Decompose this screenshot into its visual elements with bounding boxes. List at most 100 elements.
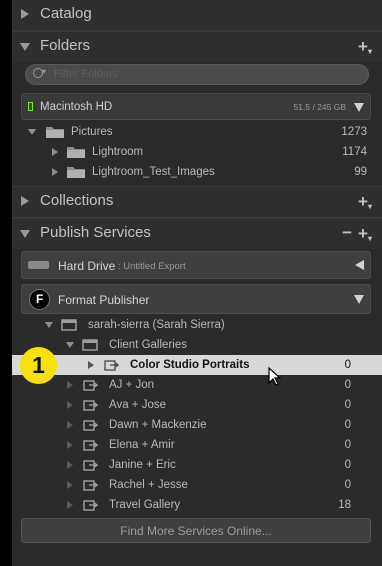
collapse-triangle-icon[interactable]: [28, 129, 36, 135]
collection-row[interactable]: Elena + Amir 0: [12, 435, 382, 455]
published-collection-icon: [83, 460, 99, 471]
hard-drive-label: Hard Drive: [58, 259, 116, 273]
expand-triangle-icon[interactable]: [67, 421, 73, 429]
collection-count: 18: [338, 499, 351, 511]
volume-name: Macintosh HD: [40, 101, 113, 113]
format-logo: F: [29, 289, 50, 310]
collection-label: AJ + Jon: [109, 379, 155, 391]
client-galleries-label: Client Galleries: [109, 339, 187, 351]
publish-services-title: Publish Services: [40, 224, 151, 241]
published-collection-icon: [104, 360, 120, 371]
hard-drive-sub: : Untitled Export: [118, 261, 186, 272]
client-galleries-row[interactable]: Client Galleries: [12, 335, 382, 355]
folder-count: 99: [354, 166, 367, 178]
filter-placeholder: Filter Folders: [54, 68, 119, 80]
published-collection-icon: [83, 380, 99, 391]
folder-icon: [46, 127, 64, 138]
catalog-title: Catalog: [40, 5, 92, 22]
folder-row-pictures[interactable]: Pictures 1273: [12, 122, 382, 142]
expand-triangle-icon[interactable]: [52, 168, 58, 176]
publish-services-header[interactable]: Publish Services − +▾: [12, 219, 382, 249]
format-publisher-service[interactable]: F Format Publisher: [21, 284, 371, 314]
folder-count: 1273: [341, 126, 367, 138]
collection-row[interactable]: Ava + Jose 0: [12, 395, 382, 415]
account-row[interactable]: sarah-sierra (Sarah Sierra): [12, 315, 382, 335]
collection-count: 0: [344, 359, 351, 371]
volume-expand-triangle-icon[interactable]: [354, 103, 364, 112]
add-folder-icon[interactable]: +▾: [358, 37, 372, 57]
collection-label: Janine + Eric: [109, 459, 176, 471]
window-edge: [0, 0, 12, 566]
collection-label: Travel Gallery: [109, 499, 181, 511]
hard-drive-service[interactable]: Hard Drive : Untitled Export: [21, 251, 371, 279]
expand-triangle-icon[interactable]: [88, 361, 94, 369]
collection-count: 0: [344, 439, 351, 451]
remove-service-icon[interactable]: −: [342, 223, 352, 243]
published-collection-icon: [83, 500, 99, 511]
expand-triangle-icon[interactable]: [21, 9, 29, 19]
catalog-header[interactable]: Catalog: [12, 0, 382, 30]
published-collection-icon: [83, 440, 99, 451]
add-collection-icon[interactable]: +▾: [358, 192, 372, 212]
folders-header[interactable]: Folders +▾: [12, 32, 382, 62]
collections-header[interactable]: Collections +▾: [12, 187, 382, 217]
mouse-cursor-icon: [268, 367, 282, 386]
folder-row-lightroom[interactable]: Lightroom 1174: [12, 142, 382, 162]
folder-icon: [67, 147, 85, 158]
folder-label: Pictures: [71, 126, 113, 138]
collection-count: 0: [344, 479, 351, 491]
collection-row[interactable]: Janine + Eric 0: [12, 455, 382, 475]
step-number-badge: 1: [20, 347, 57, 384]
folder-label: Lightroom_Test_Images: [92, 166, 215, 178]
publish-account-icon: [61, 319, 77, 331]
expand-triangle-icon[interactable]: [67, 481, 73, 489]
account-label: sarah-sierra (Sarah Sierra): [88, 319, 225, 331]
add-service-icon[interactable]: +▾: [358, 224, 372, 244]
expand-triangle-icon[interactable]: [21, 196, 29, 206]
folder-label: Lightroom: [92, 146, 144, 158]
collection-label: Elena + Amir: [109, 439, 175, 451]
expand-triangle-icon[interactable]: [67, 501, 73, 509]
collapse-triangle-icon[interactable]: [66, 342, 74, 348]
expand-triangle-icon[interactable]: [67, 441, 73, 449]
collection-count: 0: [344, 419, 351, 431]
hard-drive-icon: [28, 261, 49, 269]
volume-space: 51.5 / 245 GB: [293, 102, 346, 112]
collection-count: 0: [344, 459, 351, 471]
folder-icon: [67, 167, 85, 178]
collapse-left-triangle-icon[interactable]: [355, 260, 364, 270]
filter-folders-search[interactable]: ▾ Filter Folders: [25, 64, 369, 85]
find-more-label: Find More Services Online...: [120, 524, 272, 538]
volume-status-icon: [28, 102, 33, 111]
expand-down-triangle-icon[interactable]: [354, 295, 364, 304]
expand-triangle-icon[interactable]: [67, 401, 73, 409]
collection-row[interactable]: Travel Gallery 18: [12, 495, 382, 515]
collapse-triangle-icon[interactable]: [45, 322, 53, 328]
collection-row[interactable]: AJ + Jon 0: [12, 375, 382, 395]
collection-set-icon: [82, 339, 98, 351]
collapse-triangle-icon[interactable]: [20, 43, 30, 51]
expand-triangle-icon[interactable]: [52, 148, 58, 156]
published-collection-icon: [83, 480, 99, 491]
collection-label: Dawn + Mackenzie: [109, 419, 207, 431]
collection-row-selected[interactable]: Color Studio Portraits 0: [12, 355, 382, 375]
collection-row[interactable]: Rachel + Jesse 0: [12, 475, 382, 495]
collection-row[interactable]: Dawn + Mackenzie 0: [12, 415, 382, 435]
folder-row-lightroom-test-images[interactable]: Lightroom_Test_Images 99: [12, 162, 382, 182]
folder-count: 1174: [342, 146, 367, 158]
format-publisher-label: Format Publisher: [58, 293, 150, 307]
collection-label: Rachel + Jesse: [109, 479, 188, 491]
collections-title: Collections: [40, 192, 114, 209]
volume-macintosh-hd[interactable]: Macintosh HD 51.5 / 245 GB: [21, 93, 371, 120]
published-collection-icon: [83, 420, 99, 431]
collapse-triangle-icon[interactable]: [20, 230, 30, 238]
find-more-services-button[interactable]: Find More Services Online...: [21, 518, 371, 543]
expand-triangle-icon[interactable]: [67, 381, 73, 389]
collection-count: 0: [344, 399, 351, 411]
collection-label: Ava + Jose: [109, 399, 167, 411]
collection-count: 0: [344, 379, 351, 391]
expand-triangle-icon[interactable]: [67, 461, 73, 469]
collection-label: Color Studio Portraits: [130, 359, 250, 371]
search-dropdown-icon: ▾: [42, 67, 47, 76]
folders-title: Folders: [40, 37, 91, 54]
